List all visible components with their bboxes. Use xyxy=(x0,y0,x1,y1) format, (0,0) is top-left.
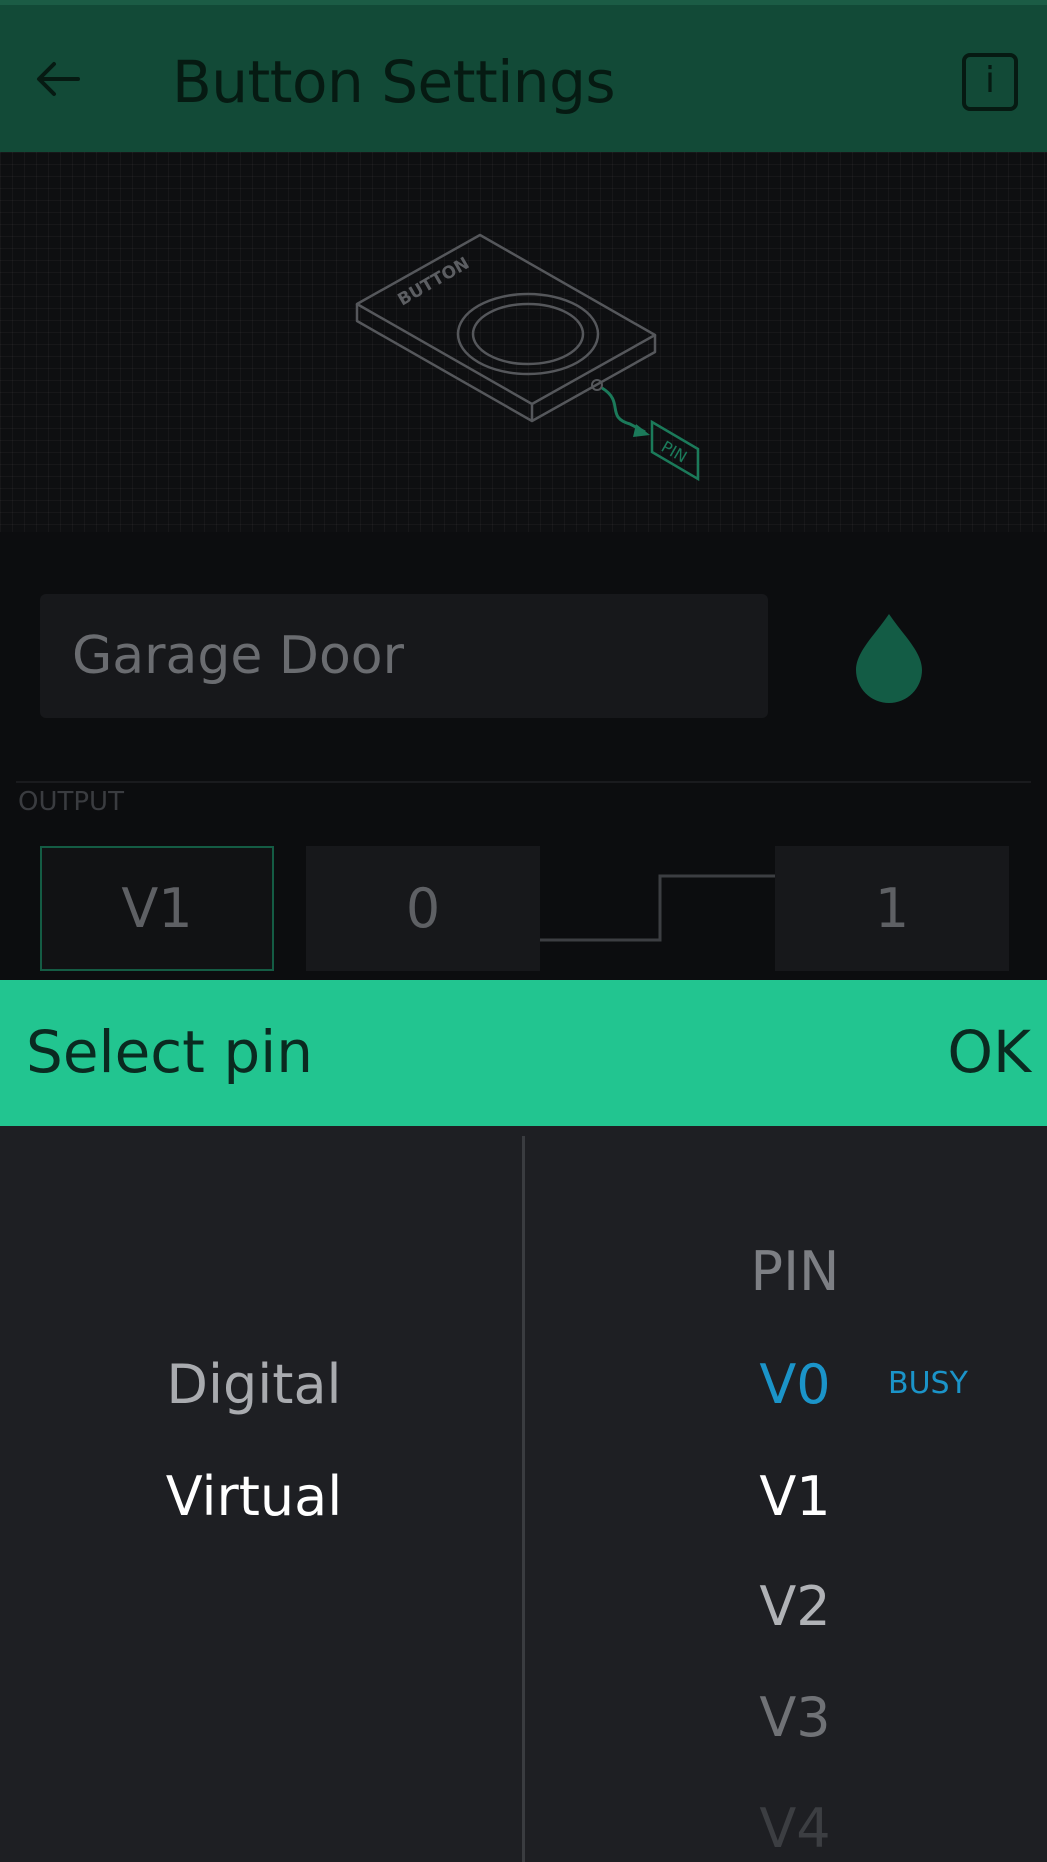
widget-illustration: BUTTON PIN xyxy=(0,152,1047,532)
output-pin-selector[interactable]: V1 xyxy=(40,846,274,971)
picker-title: Select pin xyxy=(26,1018,314,1086)
pin-option-v1[interactable]: V1 xyxy=(700,1465,890,1529)
pin-option-v2[interactable]: V2 xyxy=(700,1575,890,1639)
back-button[interactable] xyxy=(26,47,90,111)
output-section-label: OUTPUT xyxy=(18,787,124,817)
pin-option-v0[interactable]: V0 xyxy=(700,1353,890,1417)
droplet-icon xyxy=(856,614,922,703)
ok-button[interactable]: OK xyxy=(947,1016,1031,1088)
info-icon: i xyxy=(984,60,995,101)
color-picker-button[interactable] xyxy=(852,610,926,704)
widget-name-field[interactable]: Garage Door xyxy=(40,594,768,718)
output-low-value-field[interactable]: 0 xyxy=(306,846,540,971)
pin-option-v3[interactable]: V3 xyxy=(700,1686,890,1750)
button-device-illustration: BUTTON PIN xyxy=(355,233,700,482)
output-high-value: 1 xyxy=(874,877,910,940)
step-diagram xyxy=(540,874,780,942)
top-app-bar: Button Settings i xyxy=(0,0,1047,152)
output-low-value: 0 xyxy=(405,877,441,940)
page-title: Button Settings xyxy=(172,48,616,116)
picker-header: Select pin OK xyxy=(0,980,1047,1126)
pin-option-v4[interactable]: V4 xyxy=(700,1797,890,1861)
pin-column-header: PIN xyxy=(750,1240,840,1303)
pin-type-option-digital[interactable]: Digital xyxy=(0,1353,508,1417)
section-divider xyxy=(16,781,1031,783)
output-pin-value: V1 xyxy=(121,877,193,940)
widget-name-value: Garage Door xyxy=(72,626,404,686)
pin-type-option-virtual[interactable]: Virtual xyxy=(0,1465,508,1529)
busy-badge: BUSY xyxy=(888,1366,968,1401)
output-high-value-field[interactable]: 1 xyxy=(775,846,1009,971)
picker-column-separator xyxy=(522,1136,525,1862)
info-button[interactable]: i xyxy=(962,53,1018,111)
arrow-left-icon xyxy=(37,62,80,96)
